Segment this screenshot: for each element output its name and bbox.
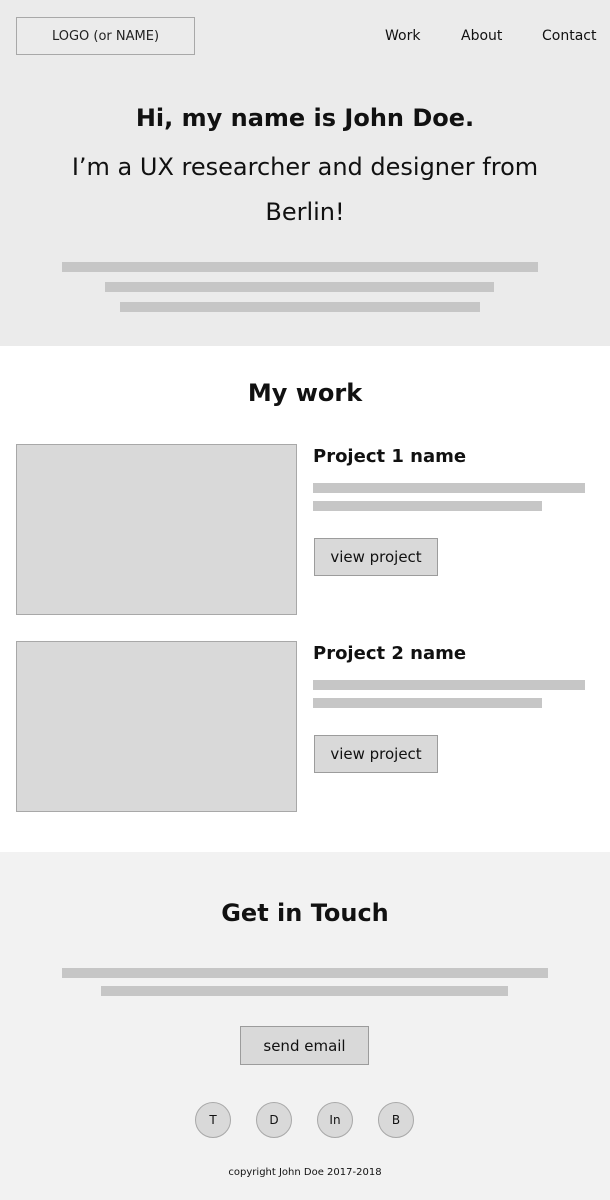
work-section-title: My work <box>247 379 363 407</box>
hero-title: Hi, my name is John Doe. <box>135 104 475 132</box>
send-email-button[interactable]: send email <box>240 1026 369 1065</box>
project-2-image[interactable] <box>16 641 297 812</box>
view-project-2-button[interactable]: view project <box>314 735 438 773</box>
nav-link-contact[interactable]: Contact <box>542 28 596 44</box>
placeholder-text-line <box>101 986 508 996</box>
placeholder-text-line <box>313 483 585 493</box>
project-1-name: Project 1 name <box>313 446 467 467</box>
project-1-image[interactable] <box>16 444 297 615</box>
hero-subtitle: I’m a UX researcher and designer from Be… <box>71 153 539 226</box>
logo[interactable]: LOGO (or NAME) <box>16 17 195 55</box>
contact-section-title: Get in Touch <box>221 899 389 927</box>
placeholder-text-line <box>120 302 480 312</box>
social-twitter-icon[interactable]: T <box>195 1102 231 1138</box>
social-dribbble-icon[interactable]: D <box>256 1102 292 1138</box>
placeholder-text-line <box>313 501 542 511</box>
social-behance-icon[interactable]: B <box>378 1102 414 1138</box>
work-section: My work Project 1 name view project Proj… <box>0 346 610 852</box>
hero-section: LOGO (or NAME) Work About Contact Hi, my… <box>0 0 610 346</box>
project-2-name: Project 2 name <box>313 643 467 664</box>
placeholder-text-line <box>313 680 585 690</box>
placeholder-text-line <box>62 262 538 272</box>
placeholder-text-line <box>62 968 548 978</box>
placeholder-text-line <box>105 282 494 292</box>
copyright-text: copyright John Doe 2017-2018 <box>228 1167 382 1178</box>
social-linkedin-icon[interactable]: In <box>317 1102 353 1138</box>
placeholder-text-line <box>313 698 542 708</box>
view-project-1-button[interactable]: view project <box>314 538 438 576</box>
contact-section: Get in Touch send email T D In B copyrig… <box>0 852 610 1200</box>
nav-link-work[interactable]: Work <box>385 28 420 44</box>
nav-link-about[interactable]: About <box>461 28 502 44</box>
